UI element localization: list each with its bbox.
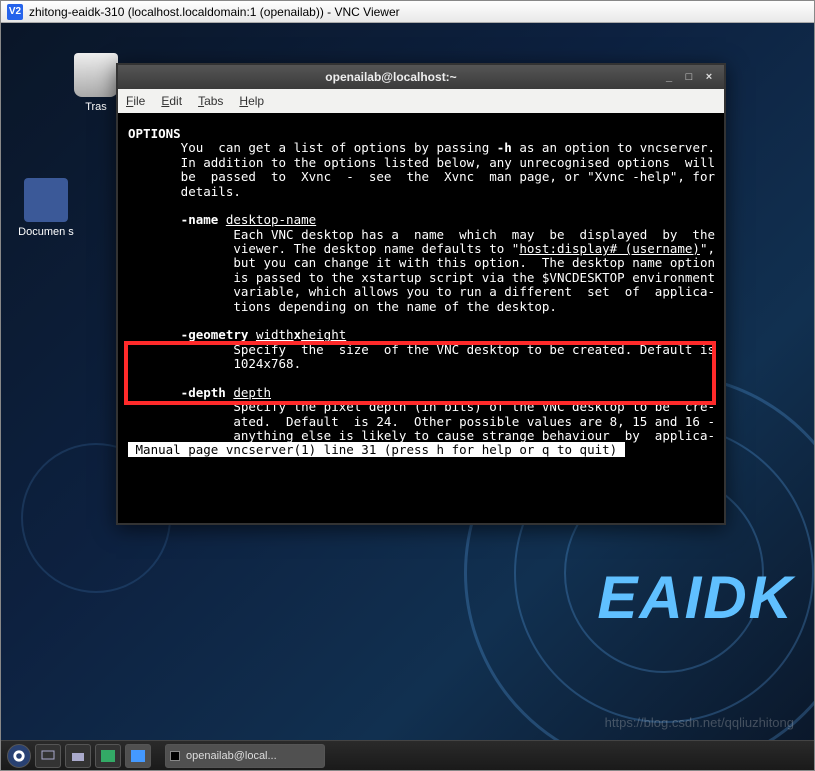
task-label: openailab@local... [186,750,277,762]
folder-icon [24,178,68,222]
workspace-icon [131,750,145,762]
taskbar: openailab@local... [1,740,814,770]
folder-icon [71,750,85,762]
workspace-icon [101,750,115,762]
file-manager-button[interactable] [65,744,91,768]
desktop-icon [41,750,55,762]
minimize-button[interactable]: _ [662,70,676,84]
terminal-menubar: File Edit Tabs Help [118,89,724,113]
vnc-window-title: zhitong-eaidk-310 (localhost.localdomain… [29,5,808,19]
brand-watermark: EAIDK [597,563,794,632]
fedora-icon [12,749,26,763]
start-menu-button[interactable] [7,744,31,768]
terminal-window: openailab@localhost:~ _ □ × File Edit Ta… [116,63,726,525]
man-status-line: Manual page vncserver(1) line 31 (press … [128,442,625,457]
workspace-1-button[interactable] [95,744,121,768]
close-button[interactable]: × [702,70,716,84]
man-section-header: OPTIONS [128,126,181,141]
option-geometry: -geometry [128,327,256,342]
vnc-viewer-window: V2 zhitong-eaidk-310 (localhost.localdom… [0,0,815,771]
option-depth: -depth [128,385,233,400]
menu-edit[interactable]: Edit [161,94,182,108]
menu-file[interactable]: File [126,94,145,108]
terminal-titlebar[interactable]: openailab@localhost:~ _ □ × [118,65,724,89]
show-desktop-button[interactable] [35,744,61,768]
menu-help[interactable]: Help [239,94,264,108]
taskbar-terminal-task[interactable]: openailab@local... [165,744,325,768]
terminal-icon [170,751,180,761]
menu-tabs[interactable]: Tabs [198,94,223,108]
maximize-button[interactable]: □ [682,70,696,84]
option-name: -name [128,212,226,227]
vnc-titlebar[interactable]: V2 zhitong-eaidk-310 (localhost.localdom… [1,1,814,23]
terminal-output[interactable]: OPTIONS You can get a list of options by… [118,113,724,523]
workspace-2-button[interactable] [125,744,151,768]
trash-icon [74,53,118,97]
documents-label: Documen s [16,226,76,238]
remote-desktop[interactable]: EAIDK https://blog.csdn.net/qqliuzhitong… [1,23,814,770]
terminal-title: openailab@localhost:~ [126,70,656,84]
documents-desktop-icon[interactable]: Documen s [16,178,76,238]
vnc-app-icon: V2 [7,4,23,20]
url-watermark: https://blog.csdn.net/qqliuzhitong [605,715,794,730]
